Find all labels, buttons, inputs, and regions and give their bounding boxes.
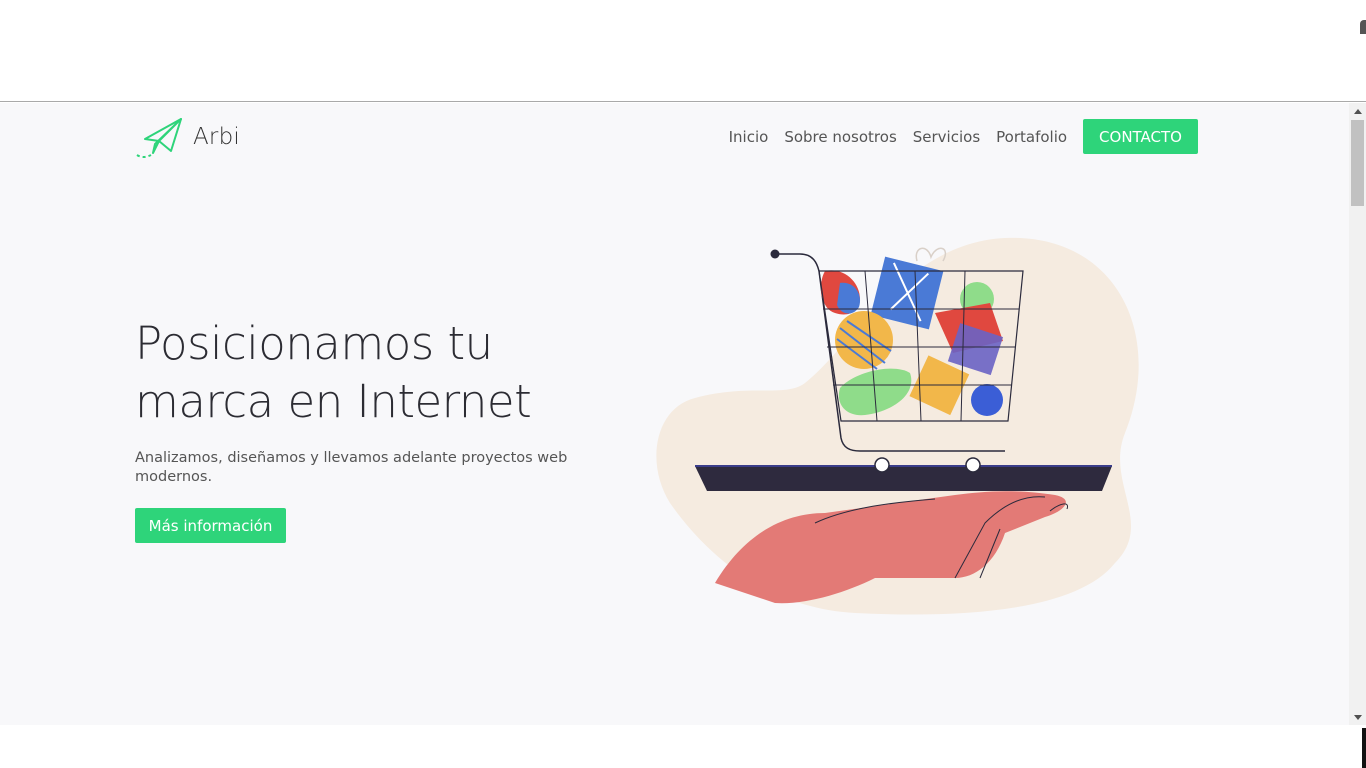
vertical-scrollbar[interactable] — [1349, 103, 1366, 725]
nav-link-inicio[interactable]: Inicio — [729, 128, 769, 146]
navbar: Arbi Inicio Sobre nosotros Servicios Por… — [135, 115, 1198, 159]
browser-bottom-area — [0, 725, 1366, 768]
nav-links: Inicio Sobre nosotros Servicios Portafol… — [729, 119, 1198, 154]
window-edge-mark — [1362, 728, 1366, 768]
browser-top-area — [0, 0, 1366, 102]
nav-link-portafolio[interactable]: Portafolio — [996, 128, 1067, 146]
scroll-up-icon[interactable] — [1349, 103, 1366, 119]
scroll-thumb[interactable] — [1351, 120, 1364, 206]
shopping-cart-on-tray-icon — [656, 237, 1139, 615]
nav-link-servicios[interactable]: Servicios — [913, 128, 980, 146]
contact-button[interactable]: CONTACTO — [1083, 119, 1198, 154]
nav-link-sobre-nosotros[interactable]: Sobre nosotros — [784, 128, 896, 146]
scroll-down-icon[interactable] — [1349, 709, 1366, 725]
brand[interactable]: Arbi — [135, 115, 240, 159]
brand-name: Arbi — [193, 124, 240, 150]
paper-plane-icon — [136, 118, 182, 158]
hero-title: Posicionamos tu marca en Internet — [135, 317, 532, 428]
window-corner-mark — [1360, 20, 1366, 34]
page-viewport: Arbi Inicio Sobre nosotros Servicios Por… — [0, 103, 1349, 725]
hero-subtitle: Analizamos, diseñamos y llevamos adelant… — [135, 450, 568, 485]
more-info-button[interactable]: Más información — [135, 508, 286, 543]
